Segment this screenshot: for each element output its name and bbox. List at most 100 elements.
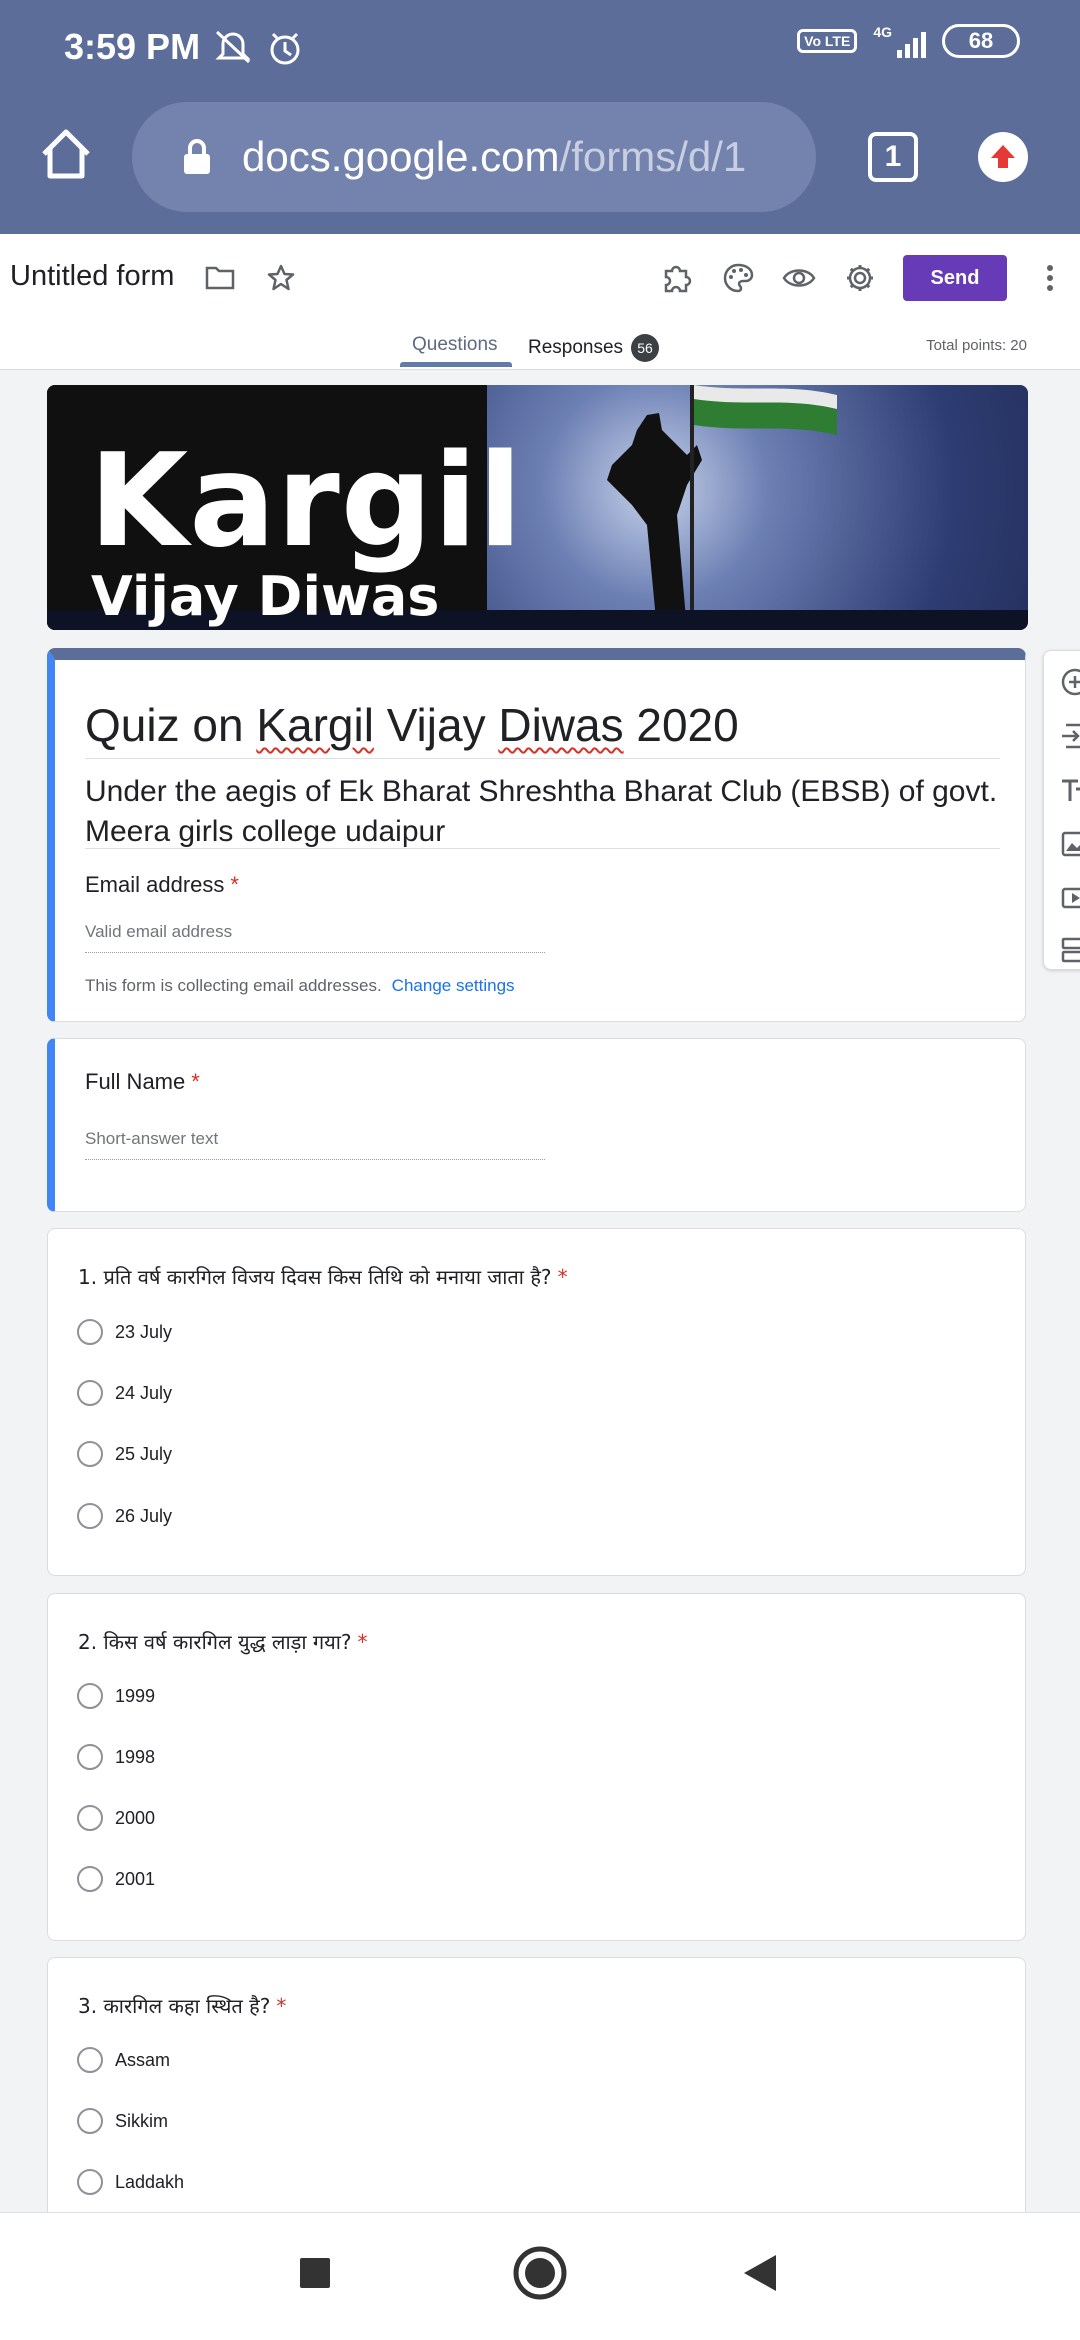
form-description[interactable]: Under the aegis of Ek Bharat Shreshtha B… (85, 772, 1000, 852)
change-settings-link[interactable]: Change settings (392, 976, 515, 995)
send-button[interactable]: Send (903, 255, 1007, 301)
circle-icon (513, 2246, 567, 2300)
tab-switcher-button[interactable]: 1 (868, 132, 918, 182)
radio-option[interactable]: Sikkim (77, 2108, 168, 2134)
settings-button[interactable] (840, 258, 880, 298)
title-part: Vijay (373, 699, 499, 751)
radio-option[interactable]: 2000 (77, 1805, 155, 1831)
status-bar: 3:59 PM Vo LTE 4G 68 (0, 0, 1080, 96)
addons-button[interactable] (657, 258, 697, 298)
radio-button[interactable] (77, 2108, 103, 2134)
question-title: 1. प्रति वर्ष कारगिल विजय दिवस किस तिथि … (78, 1263, 568, 1290)
back-button[interactable] (730, 2243, 790, 2303)
add-section-icon[interactable] (1060, 935, 1080, 965)
required-asterisk: * (276, 1994, 287, 2018)
option-label: 2001 (115, 1868, 156, 1889)
form-title-card: Quiz on Kargil Vijay Diwas 2020 Under th… (47, 648, 1026, 1022)
option-label: 26 July (115, 1505, 173, 1526)
star-icon (267, 264, 295, 291)
add-title-icon[interactable] (1060, 775, 1080, 805)
option-label: 24 July (115, 1382, 173, 1403)
square-icon (300, 2258, 330, 2288)
radio-option[interactable]: Assam (77, 2047, 170, 2073)
header-banner-image: Kargil Vijay Diwas (47, 385, 1028, 630)
option-label: Assam (115, 2049, 171, 2070)
title-part: Quiz on (85, 699, 257, 751)
status-right-icons: Vo LTE 4G 68 (797, 24, 1020, 58)
browser-toolbar: docs.google.com/forms/d/1 1 (0, 96, 1080, 234)
update-button[interactable] (978, 132, 1028, 182)
question-title-text: 3. कारगिल कहा स्थित है? (78, 1994, 271, 2018)
add-question-icon[interactable] (1060, 667, 1080, 697)
radio-button[interactable] (77, 1441, 103, 1467)
folder-icon (205, 266, 235, 290)
tab-responses-label: Responses (528, 337, 624, 359)
radio-option[interactable]: 23 July (77, 1319, 172, 1345)
puzzle-icon (664, 265, 692, 293)
star-button[interactable] (261, 258, 301, 298)
radio-button[interactable] (77, 1805, 103, 1831)
import-questions-icon[interactable] (1060, 721, 1080, 751)
add-image-icon[interactable] (1060, 829, 1080, 859)
home-nav-button[interactable] (510, 2243, 570, 2303)
radio-option[interactable]: 25 July (77, 1441, 172, 1467)
question-toolbar (1043, 650, 1080, 970)
question-card-full-name[interactable]: Full Name * Short-answer text (47, 1038, 1026, 1212)
required-asterisk: * (230, 872, 239, 897)
home-button[interactable] (38, 126, 94, 182)
radio-button[interactable] (77, 1866, 103, 1892)
add-video-icon[interactable] (1060, 883, 1080, 913)
radio-button[interactable] (77, 1503, 103, 1529)
preview-button[interactable] (779, 258, 819, 298)
question-card-1[interactable]: 1. प्रति वर्ष कारगिल विजय दिवस किस तिथि … (47, 1228, 1026, 1576)
radio-button[interactable] (77, 1683, 103, 1709)
back-triangle-icon (744, 2255, 776, 2291)
required-asterisk: * (357, 1630, 368, 1654)
radio-button[interactable] (77, 2169, 103, 2195)
question-title: 2. किस वर्ष कारगिल युद्ध लाड़ा गया? * (78, 1628, 368, 1655)
radio-button[interactable] (77, 1319, 103, 1345)
title-part-misspelled: Diwas (498, 699, 624, 751)
radio-option[interactable]: Laddakh (77, 2169, 184, 2195)
question-card-2[interactable]: 2. किस वर्ष कारगिल युद्ध लाड़ा गया? * 199… (47, 1593, 1026, 1941)
arrow-up-icon (991, 145, 1015, 168)
form-name[interactable]: Untitled form (10, 260, 174, 293)
more-options-button[interactable] (1040, 258, 1060, 298)
radio-option[interactable]: 2001 (77, 1866, 155, 1892)
short-answer-field[interactable]: Short-answer text (85, 1129, 545, 1160)
gear-icon (847, 265, 873, 291)
total-points: Total points: 20 (926, 337, 1027, 354)
email-label: Email address * (85, 872, 239, 898)
option-label: Laddakh (115, 2171, 185, 2192)
email-collection-note: This form is collecting email addresses.… (85, 976, 515, 996)
radio-button[interactable] (77, 1744, 103, 1770)
question-title: Full Name * (85, 1069, 200, 1095)
email-label-text: Email address (85, 872, 225, 897)
address-bar[interactable]: docs.google.com/forms/d/1 (132, 102, 816, 212)
title-divider (85, 758, 1000, 759)
form-title[interactable]: Quiz on Kargil Vijay Diwas 2020 (85, 698, 739, 752)
recents-button[interactable] (285, 2243, 345, 2303)
question-title-text: 2. किस वर्ष कारगिल युद्ध लाड़ा गया? (78, 1630, 352, 1654)
radio-button[interactable] (77, 1380, 103, 1406)
move-to-folder-button[interactable] (200, 258, 240, 298)
radio-option[interactable]: 1999 (77, 1683, 155, 1709)
email-field[interactable]: Valid email address (85, 922, 545, 953)
url-text: docs.google.com/forms/d/1 (242, 133, 746, 181)
radio-option[interactable]: 24 July (77, 1380, 172, 1406)
radio-option[interactable]: 1998 (77, 1744, 155, 1770)
banner-title: Kargil (89, 427, 524, 576)
banner-subtitle: Vijay Diwas (91, 565, 440, 628)
radio-option[interactable]: 26 July (77, 1503, 172, 1529)
tab-responses[interactable]: Responses 56 (528, 334, 660, 362)
option-label: 2000 (115, 1807, 156, 1828)
required-asterisk: * (191, 1069, 200, 1094)
customize-theme-button[interactable] (718, 258, 758, 298)
radio-button[interactable] (77, 2047, 103, 2073)
responses-count-badge: 56 (631, 334, 660, 362)
question-title-text: Full Name (85, 1069, 186, 1094)
volte-icon: Vo LTE (797, 29, 858, 53)
tab-questions[interactable]: Questions (412, 334, 498, 356)
collect-note-text: This form is collecting email addresses. (85, 976, 382, 995)
status-time: 3:59 PM (64, 26, 201, 67)
